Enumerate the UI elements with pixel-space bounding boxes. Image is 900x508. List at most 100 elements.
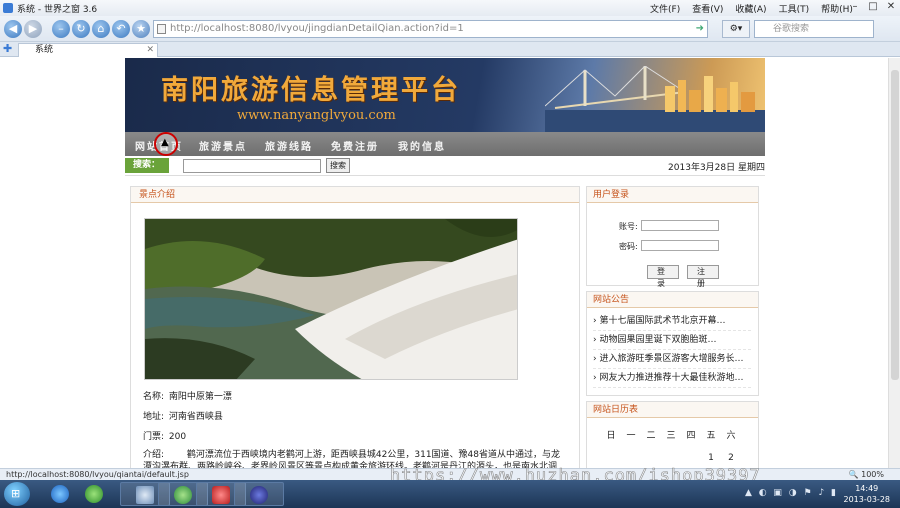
vertical-scrollbar[interactable] <box>888 58 900 468</box>
attraction-name: 南阳中原第一漂 <box>168 392 232 402</box>
sidebar: 用户登录 账号: 密码: 登 录 注 册 网站公告 › 第十七届国际武术节北京开… <box>586 186 759 468</box>
attraction-section-title: 景点介绍 <box>131 187 579 203</box>
attraction-address-row: 地址: 河南省西峡县 <box>143 409 223 422</box>
login-panel: 用户登录 账号: 密码: 登 录 注 册 <box>586 186 759 288</box>
site-url: www.nanyanglvyou.com <box>237 108 396 123</box>
close-icon[interactable]: ✕ <box>884 1 898 14</box>
menu-file[interactable]: 文件(F) <box>650 2 680 15</box>
nav-attractions[interactable]: 旅游景点 <box>199 138 247 153</box>
taskbar-media[interactable] <box>70 482 120 506</box>
zoom-level[interactable]: 🔍 100% <box>849 469 884 480</box>
calendar-day[interactable] <box>681 453 701 463</box>
taskbar-eclipse[interactable] <box>234 482 284 506</box>
attraction-photo <box>144 218 518 380</box>
ticket-label: 门票: <box>143 432 165 442</box>
weekday: 四 <box>686 431 696 441</box>
clock-time: 14:49 <box>855 484 879 493</box>
eclipse-icon <box>250 486 268 504</box>
attraction-name-row: 名称: 南阳中原第一漂 <box>143 389 232 402</box>
address-text: http://localhost:8080/lvyou/jingdianDeta… <box>170 23 464 34</box>
menu-view[interactable]: 查看(V) <box>692 2 723 15</box>
account-row: 账号: <box>619 220 719 232</box>
site-title: 南阳旅游信息管理平台 <box>161 75 461 106</box>
stop-icon[interactable]: – <box>52 20 70 38</box>
calendar-panel: 网站日历表 日 一 二 三 四 五 六 1 2 <box>586 401 759 468</box>
ie-icon <box>51 485 69 503</box>
new-tab-icon[interactable]: ✚ <box>3 43 12 55</box>
calendar-day[interactable] <box>601 453 621 463</box>
calendar-day[interactable] <box>621 453 641 463</box>
notice-item[interactable]: › 动物园果园里诞下双胞胎斑… <box>593 331 751 350</box>
current-date: 2013年3月28日 星期四 <box>668 163 765 173</box>
site-search-label: 搜索： <box>125 158 169 173</box>
tab-close-icon[interactable]: ✕ <box>146 44 154 56</box>
tools-dropdown-icon[interactable]: ⚙▾ <box>722 20 750 38</box>
weekday: 五 <box>706 431 716 441</box>
system-tray-icons[interactable]: ▲ ◐ ▣ ◑ ⚑ ♪ ▮ <box>745 488 838 498</box>
os-taskbar: ⊞ ▲ ◐ ▣ ◑ ⚑ ♪ ▮ 14:49 2013-03-28 <box>0 480 900 508</box>
browser-titlebar: 系统 - 世界之窗 3.6 文件(F) 查看(V) 收藏(A) 工具(T) 帮助… <box>0 0 900 16</box>
nav-routes[interactable]: 旅游线路 <box>265 138 313 153</box>
calendar-days: 1 2 <box>587 441 758 463</box>
page-viewport: 南阳旅游信息管理平台 www.nanyanglvyou.com 网站首页 旅游景… <box>0 58 888 468</box>
bridge-skyline-image <box>545 66 765 132</box>
tab-label: 系统 <box>35 45 54 55</box>
notice-item[interactable]: › 网友大力推进推荐十大最佳秋游地… <box>593 369 751 388</box>
mouse-pointer-icon: ▲ <box>161 137 169 148</box>
browser-logo-icon <box>3 3 13 13</box>
account-input[interactable] <box>641 220 719 231</box>
taskbar-clock[interactable]: 14:49 2013-03-28 <box>844 483 891 505</box>
register-button[interactable]: 注 册 <box>687 265 719 288</box>
scrollbar-thumb[interactable] <box>891 70 899 380</box>
password-row: 密码: <box>619 240 719 252</box>
page-icon <box>157 24 166 34</box>
notice-panel: 网站公告 › 第十七届国际武术节北京开幕… › 动物园果园里诞下双胞胎斑… › … <box>586 291 759 396</box>
menu-favorites[interactable]: 收藏(A) <box>735 2 766 15</box>
forward-icon[interactable]: ▶ <box>24 20 42 38</box>
mouse-cursor-highlight: ▲ <box>154 132 178 156</box>
window-title: 系统 - 世界之窗 3.6 <box>17 4 98 15</box>
attraction-ticket-row: 门票: 200 <box>143 429 186 442</box>
world-browser-icon <box>174 486 192 504</box>
maximize-icon[interactable]: □ <box>866 1 880 14</box>
menu-bar: 文件(F) 查看(V) 收藏(A) 工具(T) 帮助(H) <box>650 2 853 15</box>
notice-title: 网站公告 <box>587 292 758 308</box>
back-icon[interactable]: ◀ <box>4 20 22 38</box>
start-button[interactable]: ⊞ <box>4 482 30 506</box>
nav-register[interactable]: 免费注册 <box>331 138 379 153</box>
attraction-detail-panel: 景点介绍 名称: 南阳中原第一漂 地址: 河南省西峡县 门票: 200 介绍: … <box>130 186 580 468</box>
site-search-input[interactable] <box>183 159 321 173</box>
status-url: http://localhost:8080/lvyou/qiantai/defa… <box>6 470 189 479</box>
browser-toolbar: ◀ ▶ – ↻ ⌂ ↶ ★ http://localhost:8080/lvyo… <box>0 16 900 42</box>
weekday: 日 <box>606 431 616 441</box>
favorite-star-icon[interactable]: ★ <box>132 20 150 38</box>
media-player-icon <box>85 485 103 503</box>
address-label: 地址: <box>143 412 165 422</box>
login-button[interactable]: 登 录 <box>647 265 679 288</box>
calendar-day[interactable]: 2 <box>721 453 741 463</box>
go-icon[interactable]: ➜ <box>696 21 704 37</box>
calendar-day[interactable] <box>661 453 681 463</box>
refresh-icon[interactable]: ↻ <box>72 20 90 38</box>
calendar-day[interactable] <box>641 453 661 463</box>
address-bar[interactable]: http://localhost:8080/lvyou/jingdianDeta… <box>153 20 708 38</box>
site-page: 南阳旅游信息管理平台 www.nanyanglvyou.com 网站首页 旅游景… <box>125 58 765 468</box>
web-search-placeholder: 谷歌搜索 <box>773 24 810 34</box>
web-search-input[interactable]: 谷歌搜索 <box>754 20 874 38</box>
weekday: 一 <box>626 431 636 441</box>
site-search-button[interactable]: 搜索 <box>326 158 350 173</box>
menu-tools[interactable]: 工具(T) <box>779 2 810 15</box>
notice-item[interactable]: › 第十七届国际武术节北京开幕… <box>593 312 751 331</box>
windows-logo-icon: ⊞ <box>11 487 21 500</box>
nav-my-info[interactable]: 我的信息 <box>398 138 446 153</box>
tab-system[interactable]: 系统 ✕ <box>18 43 158 57</box>
password-input[interactable] <box>641 240 719 251</box>
calendar-day[interactable]: 1 <box>701 453 721 463</box>
minimize-icon[interactable]: – <box>848 1 862 14</box>
weekday: 三 <box>666 431 676 441</box>
notice-item[interactable]: › 进入旅游旺季景区游客大增服务长… <box>593 350 751 369</box>
home-icon[interactable]: ⌂ <box>92 20 110 38</box>
tab-bar: ✚ 系统 ✕ <box>0 42 900 57</box>
undo-close-icon[interactable]: ↶ <box>112 20 130 38</box>
weekday: 二 <box>646 431 656 441</box>
